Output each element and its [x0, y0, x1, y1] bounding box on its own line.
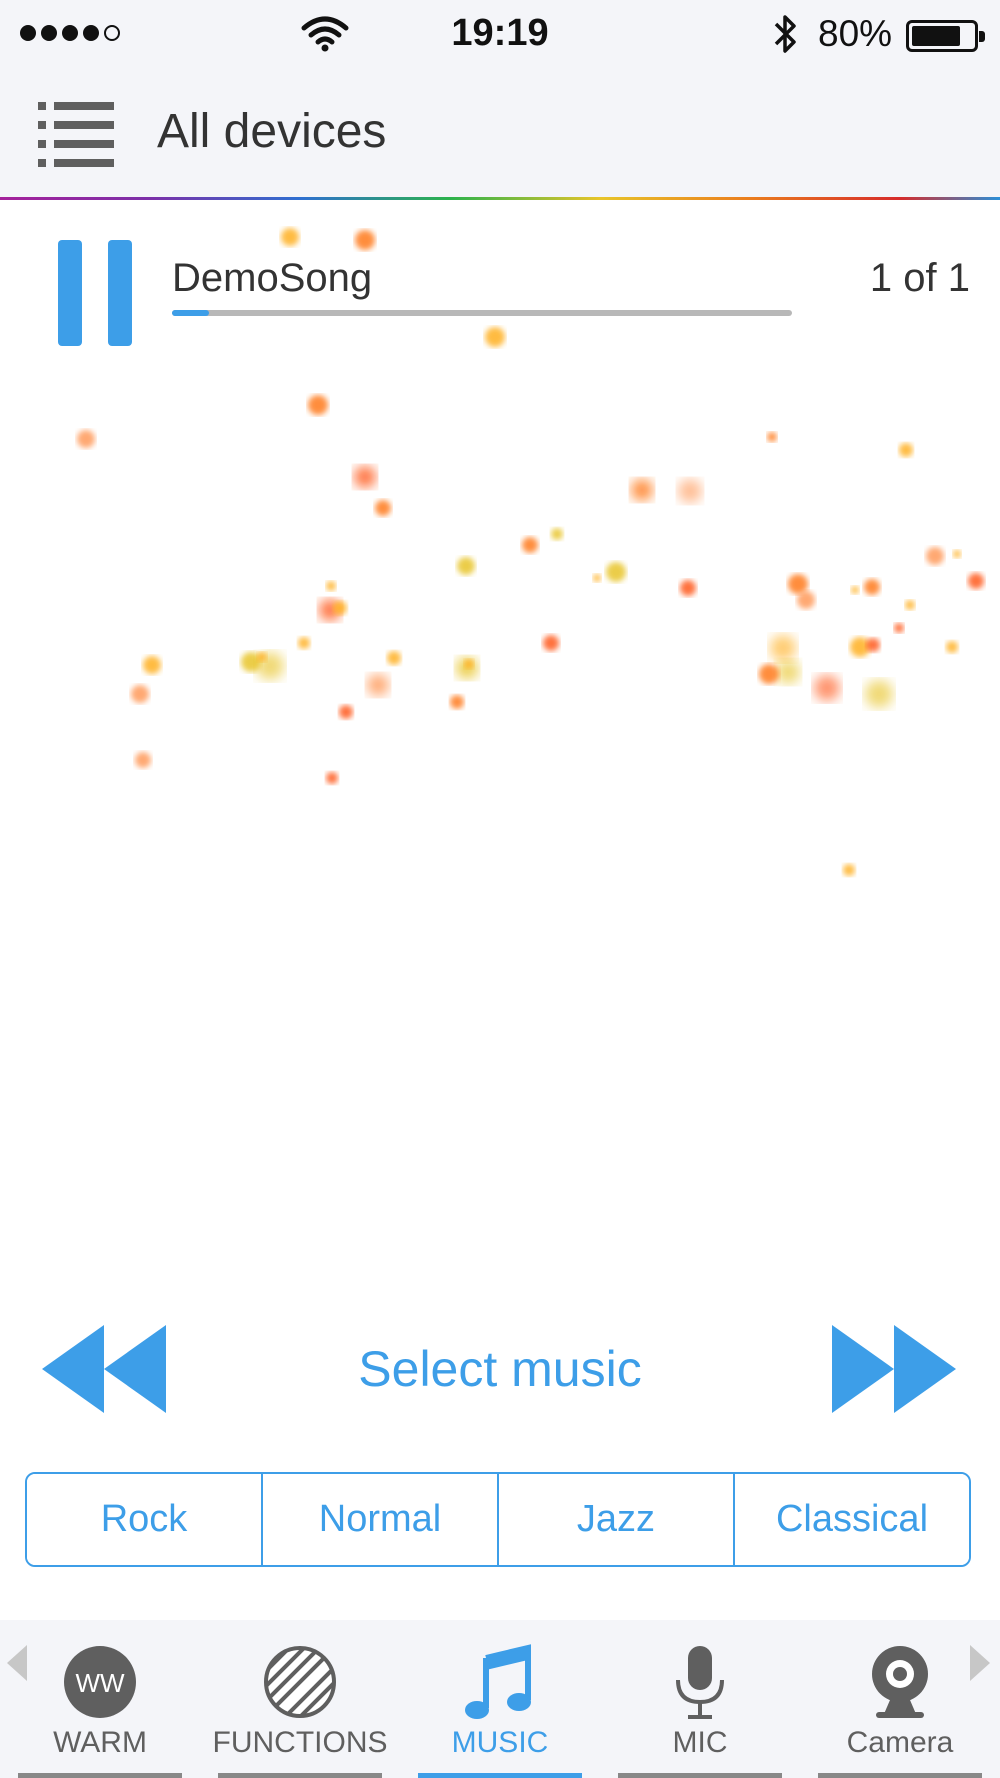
header-divider	[0, 197, 1000, 200]
tab-indicator	[818, 1773, 982, 1778]
visualizer-particle	[281, 228, 299, 246]
visualizer-particle	[298, 637, 310, 649]
visualizer-particle	[143, 656, 161, 674]
visualizer-particle	[843, 864, 855, 876]
battery-percent: 80%	[818, 13, 893, 54]
visualizer-particle	[367, 674, 389, 696]
tab-label-mic: MIC	[672, 1726, 728, 1759]
visualizer-particle	[864, 579, 880, 595]
visualizer-particle	[770, 635, 796, 661]
visualizer-particle	[326, 772, 338, 784]
tab-indicator	[218, 1773, 382, 1778]
visualizer-particle	[926, 547, 944, 565]
visualizer-particle	[797, 591, 815, 609]
tab-indicator	[618, 1773, 782, 1778]
visualizer-particle	[814, 675, 840, 701]
visualizer-particle	[776, 660, 800, 684]
visualizer-particle	[457, 557, 475, 575]
visualizer-particle	[788, 574, 808, 594]
tab-label-functions: FUNCTIONS	[212, 1726, 388, 1759]
eq-option-rock[interactable]: Rock	[27, 1474, 263, 1565]
visualizer-particle	[606, 562, 626, 582]
status-bar: 19:19 80%	[0, 0, 1000, 70]
visualizer-particle	[850, 637, 870, 657]
track-count: 1 of 1	[869, 256, 970, 300]
visualizer-particle	[865, 680, 893, 708]
pause-button[interactable]	[58, 240, 132, 346]
page-title: All devices	[157, 105, 387, 158]
warm-badge-text: WW	[75, 1668, 125, 1698]
visualizer-particle	[456, 657, 478, 679]
tab-camera[interactable]: Camera	[810, 1630, 990, 1778]
visualizer-particle	[946, 641, 958, 653]
eq-option-normal[interactable]: Normal	[263, 1474, 499, 1565]
visualizer-particle	[339, 705, 353, 719]
visualizer-particle	[968, 573, 984, 589]
visualizer-particle	[543, 635, 559, 651]
visualizer-particle	[767, 432, 777, 442]
camera-icon	[872, 1646, 928, 1718]
visualizer-particle	[678, 479, 702, 503]
music-visualizer	[77, 228, 984, 876]
app-header: All devices	[0, 70, 1000, 198]
visualizer-particle	[522, 537, 538, 553]
visualizer-particle	[354, 466, 376, 488]
warm-ww-icon: WW	[64, 1646, 136, 1718]
song-title: DemoSong	[172, 256, 373, 300]
visualizer-particle	[485, 327, 505, 347]
visualizer-particle	[308, 395, 328, 415]
tab-functions[interactable]: FUNCTIONS	[210, 1630, 390, 1778]
visualizer-particle	[135, 752, 151, 768]
visualizer-particle	[333, 601, 347, 615]
tab-warm[interactable]: WW WARM	[10, 1630, 190, 1778]
visualizer-particle	[953, 550, 961, 558]
visualizer-particle	[319, 599, 341, 621]
music-note-icon	[465, 1644, 531, 1719]
visualizer-particle	[326, 581, 336, 591]
visualizer-particle	[256, 652, 284, 680]
visualizer-particle	[450, 695, 464, 709]
visualizer-particle	[551, 528, 563, 540]
visualizer-particle	[375, 500, 391, 516]
visualizer-particle	[899, 443, 913, 457]
visualizer-particle	[680, 580, 696, 596]
visualizer-particle	[851, 586, 859, 594]
visualizer-particle	[77, 430, 95, 448]
tab-indicator	[18, 1773, 182, 1778]
visualizer-particle	[593, 574, 601, 582]
tab-label-warm: WARM	[53, 1726, 147, 1759]
bluetooth-icon	[774, 15, 796, 53]
visualizer-particle	[387, 651, 401, 665]
eq-option-jazz[interactable]: Jazz	[499, 1474, 735, 1565]
visualizer-particle	[355, 230, 375, 250]
visualizer-particle	[759, 664, 779, 684]
visualizer-particle	[905, 600, 915, 610]
tab-music[interactable]: MUSIC	[410, 1630, 590, 1778]
microphone-icon	[676, 1646, 724, 1719]
tab-label-music: MUSIC	[451, 1726, 549, 1759]
visualizer-particle	[631, 479, 653, 501]
tab-mic[interactable]: MIC	[610, 1630, 790, 1778]
eq-option-classical[interactable]: Classical	[735, 1474, 969, 1565]
list-menu-icon[interactable]	[38, 100, 114, 170]
tab-indicator	[418, 1773, 582, 1778]
visualizer-particle	[131, 685, 149, 703]
song-progress-bar[interactable]	[172, 310, 792, 316]
visualizer-particle	[866, 638, 880, 652]
visualizer-particle	[241, 652, 261, 672]
tab-label-camera: Camera	[846, 1726, 954, 1759]
visualizer-particle	[894, 623, 904, 633]
equalizer-mode-selector: Rock Normal Jazz Classical	[25, 1472, 971, 1567]
fast-forward-button[interactable]	[832, 1325, 956, 1413]
striped-circle-icon	[264, 1646, 336, 1718]
visualizer-particle	[464, 659, 474, 669]
visualizer-particle	[257, 652, 267, 662]
battery-icon	[906, 20, 985, 52]
